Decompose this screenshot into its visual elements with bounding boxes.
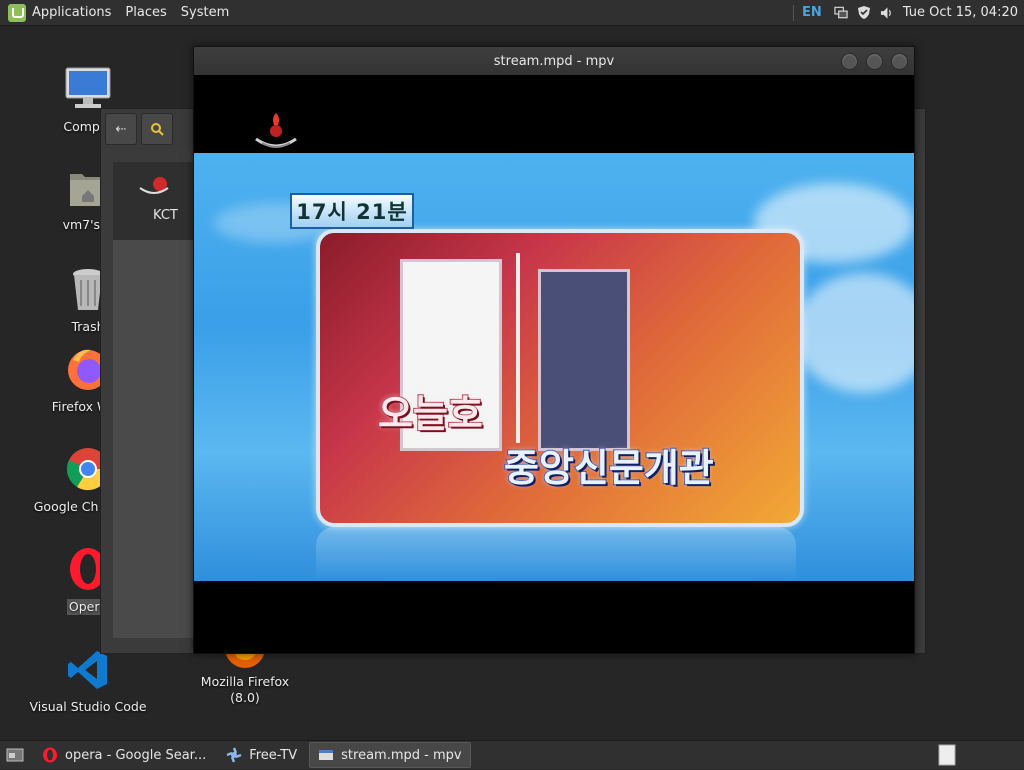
- mint-menu-icon[interactable]: [8, 3, 26, 22]
- menu-system[interactable]: System: [181, 5, 229, 20]
- bottom-taskbar: opera - Google Sear... Free-TV stream.mp…: [0, 740, 1024, 769]
- desktop-icon-vscode[interactable]: Visual Studio Code: [28, 648, 148, 715]
- window-title: stream.mpd - mpv: [493, 53, 615, 69]
- mpv-icon: [318, 747, 334, 763]
- back-button[interactable]: ⇠: [105, 113, 137, 145]
- time-caption: 17시 21분: [290, 193, 414, 229]
- panel-reflection: [316, 527, 796, 581]
- taskbar-item-freetv[interactable]: Free-TV: [218, 743, 305, 767]
- kct-logo-icon: [113, 172, 195, 202]
- headline-line2: 중앙신문개관: [503, 445, 715, 491]
- back-arrow-icon: ⇠: [115, 121, 127, 137]
- channel-label: KCT: [153, 208, 178, 223]
- clock[interactable]: Tue Oct 15, 04:20: [903, 5, 1018, 20]
- cloud: [794, 273, 914, 393]
- newspaper-right-image: [538, 269, 630, 451]
- search-icon: [151, 123, 164, 136]
- close-button[interactable]: [891, 53, 908, 70]
- search-button[interactable]: [141, 113, 173, 145]
- taskbar-item-label: opera - Google Sear...: [65, 747, 207, 763]
- taskbar-item-mpv[interactable]: stream.mpd - mpv: [309, 742, 471, 768]
- network-icon[interactable]: [834, 6, 848, 20]
- taskbar-item-label: stream.mpd - mpv: [341, 747, 462, 763]
- opera-icon: [42, 747, 58, 763]
- freetv-icon: [226, 747, 242, 763]
- volume-icon[interactable]: [880, 6, 894, 20]
- show-desktop-icon: [6, 748, 24, 762]
- desktop-icon-label: Mozilla Firefox (8.0): [200, 674, 290, 705]
- headline-line1: 오늘호: [377, 391, 484, 437]
- menu-places[interactable]: Places: [125, 5, 166, 20]
- workspace-icon: [938, 744, 956, 766]
- spire-image: [516, 253, 520, 443]
- shield-update-icon[interactable]: [857, 6, 871, 20]
- channel-list: KCT: [113, 162, 195, 638]
- vscode-icon: [28, 648, 148, 695]
- menu-applications[interactable]: Applications: [32, 5, 111, 20]
- tray-separator: [793, 4, 795, 21]
- mpv-titlebar[interactable]: stream.mpd - mpv: [194, 47, 914, 75]
- keyboard-layout-indicator[interactable]: EN: [802, 5, 822, 20]
- window-controls: [833, 53, 908, 70]
- taskbar-item-opera[interactable]: opera - Google Sear...: [34, 743, 214, 767]
- channel-item-kct[interactable]: KCT: [113, 162, 195, 240]
- system-tray: EN Tue Oct 15, 04:20: [785, 0, 1024, 25]
- minimize-button[interactable]: [841, 53, 858, 70]
- maximize-button[interactable]: [866, 53, 883, 70]
- channel-emblem-icon: [250, 109, 302, 157]
- top-panel: Applications Places System EN Tue Oct 15…: [0, 0, 1024, 26]
- desktop-icon-mozilla-firefox[interactable]: Mozilla Firefox (8.0): [184, 648, 306, 706]
- mpv-window: stream.mpd - mpv 17시 21분 오늘호 중앙신문개관: [193, 46, 915, 654]
- desktop-icon-label: Visual Studio Code: [29, 699, 147, 714]
- show-desktop-button[interactable]: [0, 743, 30, 767]
- workspace-switcher[interactable]: [938, 744, 956, 770]
- video-area[interactable]: 17시 21분 오늘호 중앙신문개관: [194, 75, 914, 653]
- taskbar-item-label: Free-TV: [249, 747, 298, 763]
